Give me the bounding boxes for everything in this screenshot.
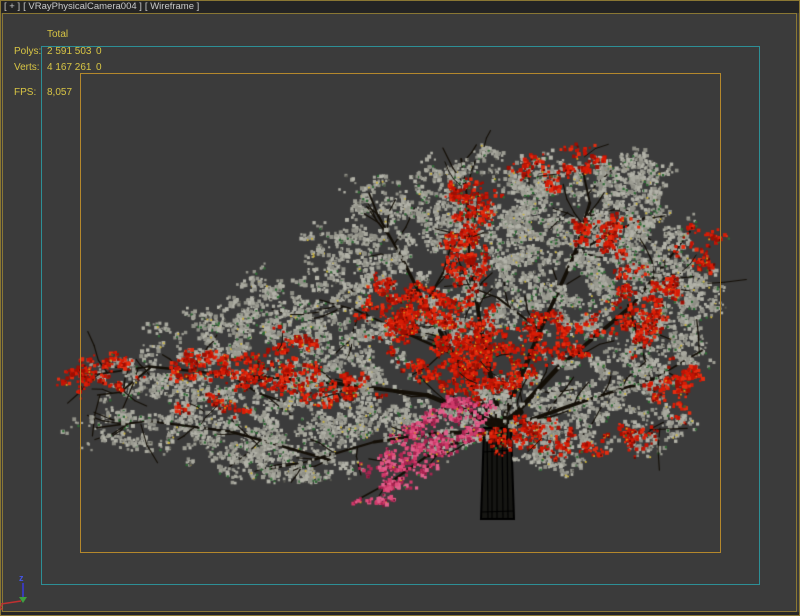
viewport-bottom-edge [0,612,800,616]
stats-polys-extra: 0 [96,46,102,57]
viewport-shading-menu[interactable]: [ Wireframe ] [145,1,199,12]
axis-z-label: z [19,573,24,583]
world-axis-tripod: z x [0,570,46,616]
axis-y-arrow [19,597,27,603]
stats-polys-value: 2 591 503 [47,46,92,57]
stats-verts-value: 4 167 261 [47,62,92,73]
viewport-pov-menu[interactable]: [ VRayPhysicalCamera004 ] [23,1,142,12]
viewport: [ + ][ VRayPhysicalCamera004 ][ Wirefram… [0,0,800,616]
viewport-canvas[interactable] [0,0,800,616]
viewport-general-menu[interactable]: [ + ] [4,1,20,12]
axis-x-label: x [0,602,3,612]
stats-verts-label: Verts: [14,62,40,73]
axis-x-line [1,601,21,604]
stats-header: Total [47,29,68,40]
stats-fps-label: FPS: [14,87,36,98]
stats-fps-value: 8,057 [47,87,72,98]
stats-verts-extra: 0 [96,62,102,73]
stats-polys-label: Polys: [14,46,41,57]
viewport-label: [ + ][ VRayPhysicalCamera004 ][ Wirefram… [4,1,202,12]
